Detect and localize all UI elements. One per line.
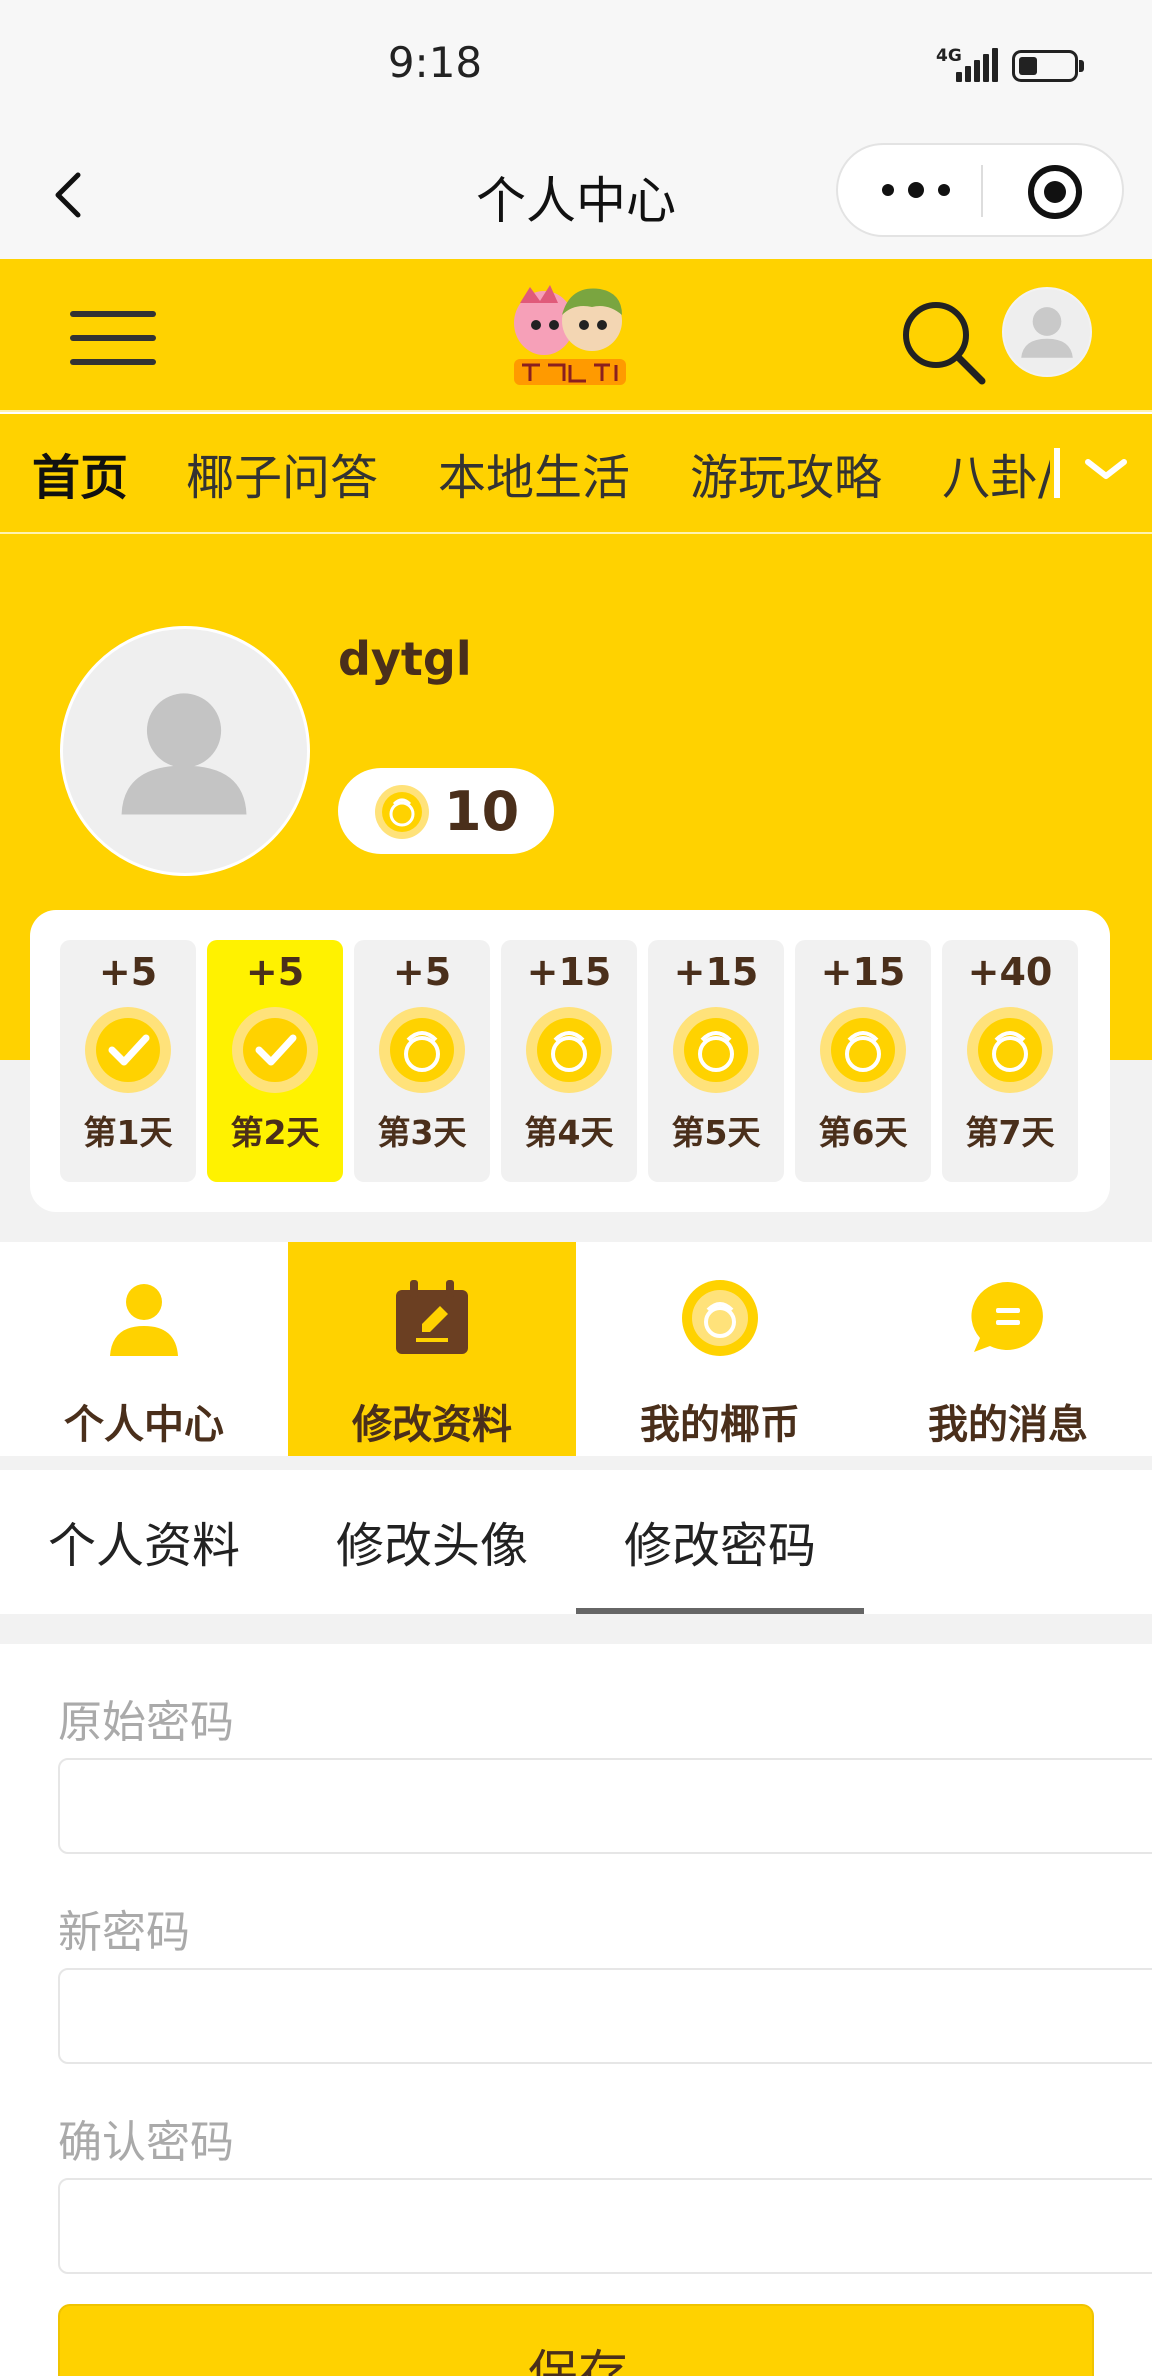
- user-icon: [110, 1284, 178, 1356]
- coconut-coin-icon: [967, 1007, 1053, 1093]
- menu-icon[interactable]: [70, 307, 156, 369]
- checkin-day-3[interactable]: +5 第3天: [354, 940, 490, 1182]
- checkin-day-5[interactable]: +15 第5天: [648, 940, 784, 1182]
- nav-expand-button[interactable]: [1050, 414, 1152, 532]
- day-points: +15: [820, 950, 906, 994]
- capsule-menu: [836, 143, 1124, 237]
- message-icon: [971, 1281, 1043, 1352]
- day-label: 第1天: [83, 1113, 173, 1152]
- feature-label: 我的消息: [928, 1402, 1088, 1448]
- feature-label: 我的椰币: [640, 1402, 800, 1448]
- subtab-profile[interactable]: 个人资料: [0, 1506, 288, 1576]
- day-points: +5: [245, 950, 305, 994]
- old-password-label: 原始密码: [58, 1697, 234, 1748]
- search-icon[interactable]: [898, 297, 988, 387]
- feature-label: 个人中心: [64, 1402, 224, 1448]
- nav-bar: 首页 椰子问答 本地生活 游玩攻略 八卦/: [0, 414, 1152, 534]
- profile-avatar[interactable]: [60, 626, 310, 876]
- coconut-coin-icon: [673, 1007, 759, 1093]
- checkin-day-6[interactable]: +15 第6天: [795, 940, 931, 1182]
- day-label: 第3天: [377, 1113, 467, 1152]
- nav-tab-local-life[interactable]: 本地生活: [438, 438, 630, 508]
- day-points: +5: [98, 950, 158, 994]
- battery-cap: [1079, 60, 1084, 72]
- coconut-coin-icon: [820, 1007, 906, 1093]
- day-points: +15: [526, 950, 612, 994]
- divider: [0, 1456, 1152, 1470]
- coin-icon: [375, 785, 429, 839]
- chevron-down-icon: [1085, 459, 1127, 479]
- coconut-coin-icon: [526, 1007, 612, 1093]
- feature-label: 修改资料: [352, 1402, 512, 1448]
- check-icon: [232, 1007, 318, 1093]
- nav-tab-gossip[interactable]: 八卦/: [942, 438, 1054, 508]
- status-bar: 9:18 4G: [0, 0, 1152, 135]
- signal-icon: [956, 46, 998, 82]
- day-label: 第5天: [671, 1113, 761, 1152]
- new-password-field[interactable]: [58, 1968, 1152, 2064]
- coin-balance[interactable]: 10: [338, 768, 554, 854]
- logo[interactable]: [500, 281, 640, 391]
- day-label: 第7天: [965, 1113, 1055, 1152]
- capsule-divider: [981, 165, 983, 217]
- feature-personal-center[interactable]: 个人中心: [0, 1242, 288, 1456]
- coin-count: 10: [444, 780, 520, 843]
- calendar-edit-icon: [396, 1280, 468, 1354]
- day-points: +15: [673, 950, 759, 994]
- confirm-password-label: 确认密码: [58, 2117, 234, 2168]
- checkin-day-4[interactable]: +15 第4天: [501, 940, 637, 1182]
- new-password-label: 新密码: [58, 1907, 190, 1958]
- feature-my-coins[interactable]: 我的椰币: [576, 1242, 864, 1456]
- subtab-avatar[interactable]: 修改头像: [288, 1506, 576, 1576]
- save-button[interactable]: 保存: [58, 2304, 1094, 2376]
- nav-tab-travel-guide[interactable]: 游玩攻略: [690, 438, 882, 508]
- more-icon[interactable]: [882, 175, 954, 205]
- divider: [0, 1614, 1152, 1644]
- title-bar: 个人中心: [0, 135, 1152, 259]
- status-time: 9:18: [387, 38, 483, 87]
- coin-icon: [682, 1280, 758, 1356]
- save-label: 保存: [528, 2345, 628, 2376]
- nav-tab-home[interactable]: 首页: [32, 438, 128, 508]
- old-password-field[interactable]: [58, 1758, 1152, 1854]
- feature-tabs: 个人中心 修改资料 我的椰币 我的消息: [0, 1242, 1152, 1456]
- subtabs: 个人资料 修改头像 修改密码: [0, 1470, 1152, 1614]
- username: dytgl: [338, 632, 472, 686]
- site-header: [0, 259, 1152, 412]
- day-points: +40: [967, 950, 1053, 994]
- header-avatar[interactable]: [1002, 287, 1092, 377]
- close-miniapp-icon[interactable]: [1028, 165, 1082, 219]
- day-label: 第6天: [818, 1113, 908, 1152]
- check-icon: [85, 1007, 171, 1093]
- day-points: +5: [392, 950, 452, 994]
- subtab-password[interactable]: 修改密码: [576, 1506, 864, 1576]
- page: 9:18 4G 个人中心 首页 椰子问答 本地生活 游玩攻略 八卦/ dytgl…: [0, 0, 1152, 2376]
- feature-my-messages[interactable]: 我的消息: [864, 1242, 1152, 1456]
- feature-edit-profile[interactable]: 修改资料: [288, 1242, 576, 1456]
- battery-icon: [1012, 50, 1078, 82]
- confirm-password-field[interactable]: [58, 2178, 1152, 2274]
- checkin-day-1[interactable]: +5 第1天: [60, 940, 196, 1182]
- day-label: 第4天: [524, 1113, 614, 1152]
- nav-tab-qa[interactable]: 椰子问答: [186, 438, 378, 508]
- checkin-day-2[interactable]: +5 第2天: [207, 940, 343, 1182]
- coconut-coin-icon: [379, 1007, 465, 1093]
- day-label: 第2天: [230, 1113, 320, 1152]
- checkin-day-7[interactable]: +40 第7天: [942, 940, 1078, 1182]
- checkin-card: +5 第1天 +5 第2天 +5 第3天 +15 第4天 +15 第5天 +15…: [30, 910, 1110, 1212]
